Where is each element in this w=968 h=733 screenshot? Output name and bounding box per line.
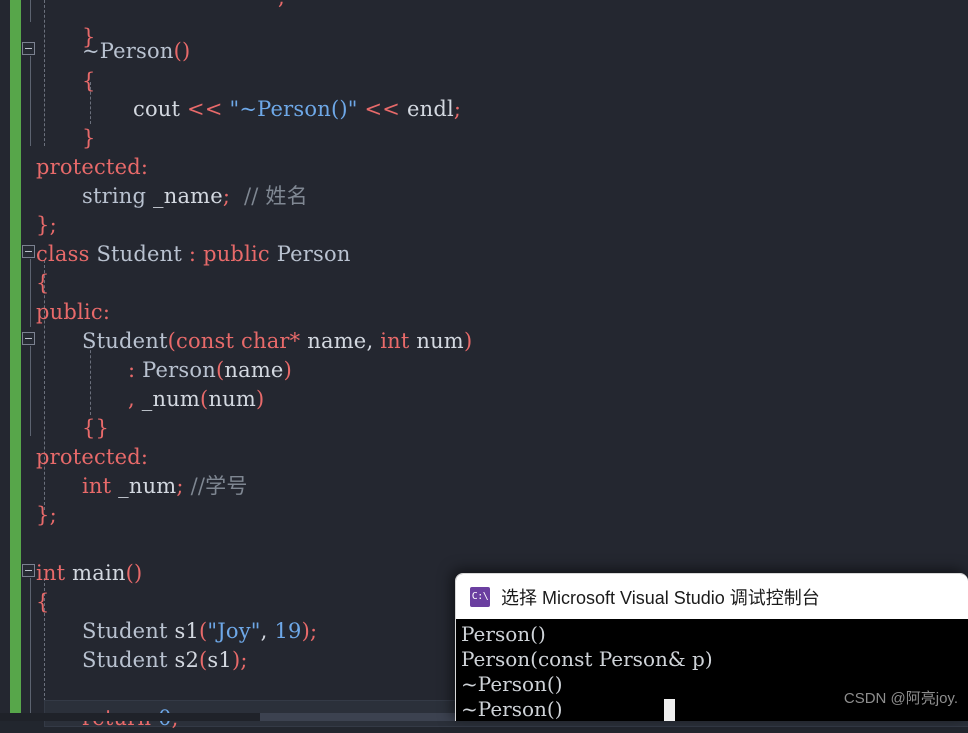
code-token: int [82, 474, 112, 498]
code-token: const char* [176, 329, 301, 353]
code-line: ~Person() [82, 36, 190, 66]
code-line: {} [82, 413, 109, 443]
code-token: public [36, 300, 103, 324]
code-token: s2 [167, 648, 200, 672]
code-token: public [203, 242, 277, 266]
code-token: name [224, 358, 284, 382]
code-token: : [128, 358, 143, 382]
code-token: << [357, 97, 407, 121]
console-titlebar[interactable]: C:\ 选择 Microsoft Visual Studio 调试控制台 [456, 574, 968, 619]
code-token: "Joy" [207, 619, 261, 643]
code-line: { [82, 66, 96, 96]
code-token: _num [111, 474, 177, 498]
code-token: ) [301, 619, 310, 643]
code-token: } [36, 213, 50, 237]
console-output-line: Person(const Person& p) [461, 647, 713, 671]
code-token: << [187, 97, 230, 121]
code-line: { [36, 268, 50, 298]
code-token: {} [82, 416, 110, 440]
code-token: : [102, 300, 111, 324]
top-partial-fragment: ; [278, 0, 285, 12]
code-token: , [366, 329, 381, 353]
code-token: { [36, 590, 50, 614]
debug-console-window[interactable]: C:\ 选择 Microsoft Visual Studio 调试控制台 Per… [455, 573, 968, 721]
cmd-prompt-icon: C:\ [470, 586, 490, 607]
code-token: : [140, 155, 149, 179]
code-line: int main() [36, 558, 142, 588]
code-token: { [82, 69, 96, 93]
code-line: : Person(name) [128, 355, 292, 385]
code-token: () [125, 561, 143, 585]
console-title-label: 选择 Microsoft Visual Studio 调试控制台 [501, 587, 820, 608]
code-token: { [36, 271, 50, 295]
code-token: , [260, 619, 275, 643]
code-line: class Student : public Person [36, 239, 351, 269]
code-token: () [173, 39, 191, 63]
code-line: Student(const char* name, int num) [82, 326, 472, 356]
code-line: } [82, 123, 96, 153]
code-token: Student [82, 619, 168, 643]
code-line: }; [36, 500, 57, 530]
code-token: "~Person()" [229, 97, 358, 121]
code-token: : [140, 445, 149, 469]
code-token: ( [167, 329, 176, 353]
code-token: cout [133, 97, 188, 121]
code-token: num [208, 387, 257, 411]
code-token: ; [49, 503, 57, 527]
code-token: : [182, 242, 204, 266]
code-token: Student [82, 329, 168, 353]
code-token: ; [240, 648, 248, 672]
code-token: ) [283, 358, 292, 382]
code-token: Student [96, 242, 183, 266]
console-cursor [664, 699, 675, 721]
code-line: Student s2(s1); [82, 645, 248, 675]
code-token: Person [276, 242, 351, 266]
code-token: } [82, 126, 96, 150]
code-token: ) [256, 387, 265, 411]
code-line: }; [36, 210, 57, 240]
code-line: string _name; // 姓名 [82, 181, 308, 211]
code-token: Person [142, 358, 216, 382]
code-token: endl [406, 97, 454, 121]
code-token: _name [146, 184, 223, 208]
code-token: string [82, 184, 147, 208]
code-token: //学号 [183, 474, 248, 498]
code-token: protected [36, 445, 141, 469]
code-token: class [36, 242, 97, 266]
code-token: // 姓名 [230, 184, 308, 208]
code-token: protected [36, 155, 141, 179]
code-token: ; [176, 474, 184, 498]
code-token: ; [309, 619, 318, 643]
code-token: Person [99, 39, 174, 63]
code-line: public: [36, 297, 110, 327]
code-token: ) [463, 329, 473, 353]
code-token: int [36, 561, 66, 585]
code-token: , [128, 387, 142, 411]
code-token: 19 [274, 619, 302, 643]
code-line: int _num; //学号 [82, 471, 248, 501]
code-token: num [409, 329, 464, 353]
csdn-watermark: CSDN @阿亮joy. [843, 690, 958, 707]
code-line: protected: [36, 442, 148, 472]
code-token: ~ [82, 39, 100, 63]
code-token: } [36, 503, 50, 527]
code-line: , _num(num) [128, 384, 264, 414]
code-token: ; [453, 97, 462, 121]
code-token: main [65, 561, 126, 585]
code-token: name [300, 329, 367, 353]
code-line: protected: [36, 152, 148, 182]
code-token: s1 [167, 619, 200, 643]
code-token: s1 [207, 648, 232, 672]
code-token: int [380, 329, 410, 353]
console-output-area[interactable]: Person() Person(const Person& p) ~Person()… [456, 619, 968, 721]
code-line: cout << "~Person()" << endl; [133, 94, 461, 124]
code-line: Student s1("Joy", 19); [82, 616, 317, 646]
code-token: ; [49, 213, 57, 237]
code-line: { [36, 587, 50, 617]
code-token: Student [82, 648, 168, 672]
code-token: _num [141, 387, 201, 411]
console-output-line: Person() [461, 622, 546, 646]
